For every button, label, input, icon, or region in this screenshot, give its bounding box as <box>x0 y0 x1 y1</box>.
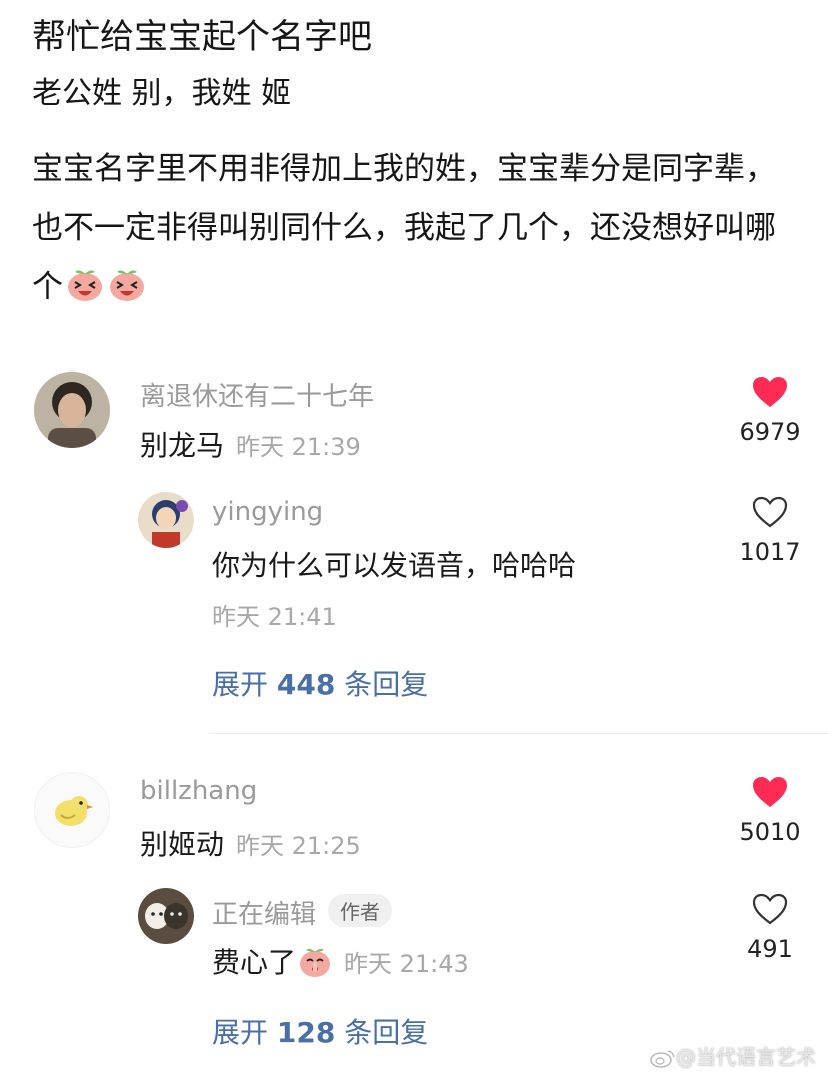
expand-replies-link[interactable]: 展开 128 条回复 <box>212 1011 428 1051</box>
like-button[interactable]: 491 <box>730 893 810 963</box>
divider <box>210 733 828 734</box>
expand-suffix: 条回复 <box>344 668 429 701</box>
reply-text: 你为什么可以发语音，哈哈哈 <box>212 549 577 582</box>
reply-text: 费心了 昨天 21:43 <box>212 941 469 985</box>
expand-replies-link[interactable]: 展开 448 条回复 <box>212 663 428 703</box>
comment-username[interactable]: 离退休还有二十七年 <box>140 376 374 413</box>
weibo-logo-icon <box>650 1045 676 1069</box>
comment-time: 昨天 21:39 <box>236 433 361 461</box>
like-button[interactable]: 6979 <box>730 376 810 446</box>
like-count: 5010 <box>739 818 801 846</box>
avatar[interactable] <box>34 372 110 448</box>
post-title: 帮忙给宝宝起个名字吧 <box>32 17 372 57</box>
comment-username[interactable]: billzhang <box>140 776 257 806</box>
reply-time: 昨天 21:41 <box>212 603 337 631</box>
avatar[interactable] <box>138 888 194 944</box>
post: 帮忙给宝宝起个名字吧 老公姓 别，我姓 姬 宝宝名字里不用非得加上我的姓，宝宝辈… <box>32 14 802 323</box>
expand-count: 128 <box>276 1016 336 1049</box>
heart-filled-icon <box>753 377 787 407</box>
expand-prefix: 展开 <box>212 668 269 701</box>
comment-body: 别龙马 <box>140 429 225 462</box>
reply-time: 昨天 21:43 <box>344 950 469 978</box>
heart-filled-icon <box>753 777 787 807</box>
heart-outline-icon <box>752 496 788 528</box>
post-subtitle: 老公姓 别，我姓 姬 <box>32 76 292 111</box>
comment-body: 别姬动 <box>140 828 225 861</box>
avatar[interactable] <box>34 772 110 848</box>
heart-outline-icon <box>752 893 788 925</box>
post-body: 宝宝名字里不用非得加上我的姓，宝宝辈分是同字辈，也不一定非得叫别同什么，我起了几… <box>32 140 802 323</box>
like-button[interactable]: 1017 <box>730 496 810 566</box>
watermark: @当代语言艺术 <box>650 1041 816 1070</box>
author-badge: 作者 <box>328 894 393 927</box>
comment-text: 别龙马 昨天 21:39 <box>140 424 361 464</box>
watermark-text: @当代语言艺术 <box>676 1045 816 1069</box>
expand-suffix: 条回复 <box>344 1016 429 1049</box>
like-count: 491 <box>747 935 793 963</box>
shy-peach-emoji-icon <box>298 946 332 985</box>
author-name[interactable]: 正在编辑 <box>212 900 316 930</box>
like-count: 6979 <box>739 418 801 446</box>
reply-body: 费心了 <box>212 946 297 979</box>
expand-count: 448 <box>276 668 336 701</box>
reply-username: 正在编辑 作者 <box>212 894 393 931</box>
comment-text: 别姬动 昨天 21:25 <box>140 823 361 863</box>
avatar[interactable] <box>138 492 194 548</box>
laughing-peach-emoji-icon <box>65 264 105 323</box>
comment-time: 昨天 21:25 <box>236 832 361 860</box>
laughing-peach-emoji-icon <box>107 264 147 323</box>
like-button[interactable]: 5010 <box>730 776 810 846</box>
expand-prefix: 展开 <box>212 1016 269 1049</box>
reply-username[interactable]: yingying <box>212 497 323 527</box>
like-count: 1017 <box>739 538 801 566</box>
